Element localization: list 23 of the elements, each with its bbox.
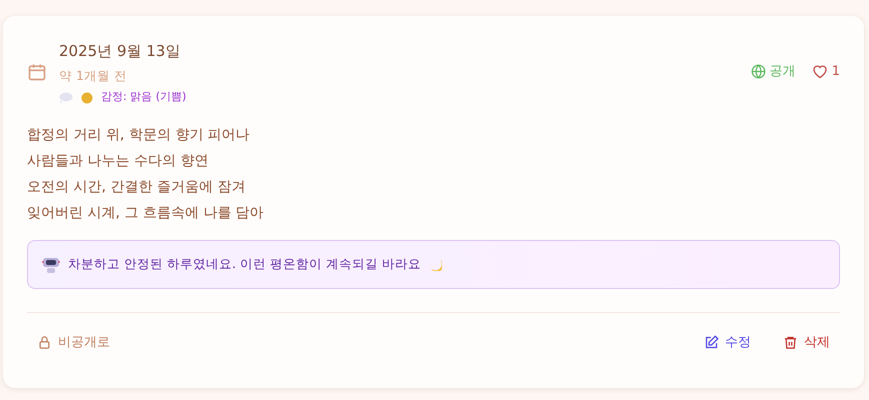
relative-time: 약 1개월 전 bbox=[59, 66, 128, 84]
heart-icon[interactable] bbox=[812, 64, 828, 80]
crescent-moon-icon bbox=[428, 258, 442, 271]
visibility-label: 공개 bbox=[770, 63, 796, 81]
poem-line: 오전의 시간, 간결한 즐거움에 잠겨 bbox=[27, 178, 246, 197]
lock-icon bbox=[37, 334, 52, 350]
thought-bubble-icon bbox=[59, 92, 73, 103]
like-count: 1 bbox=[832, 63, 840, 81]
poem-line: 합정의 거리 위, 학문의 향기 피어나 bbox=[27, 126, 251, 145]
poem-line: 잊어버린 시계, 그 흐름속에 나를 담아 bbox=[27, 204, 265, 223]
emotion-label: 감정: 맑음 (기쁨) bbox=[101, 89, 186, 106]
robot-icon bbox=[42, 255, 60, 274]
edit-icon bbox=[704, 334, 719, 350]
poem-line: 사람들과 나누는 수다의 향연 bbox=[27, 152, 210, 171]
globe-icon bbox=[750, 64, 766, 80]
calendar-icon bbox=[27, 62, 47, 82]
entry-date: 2025년 9월 13일 bbox=[59, 41, 182, 62]
trash-icon bbox=[783, 334, 798, 350]
sun-icon bbox=[81, 92, 93, 104]
make-private-button[interactable]: 비공개로 bbox=[27, 328, 120, 356]
delete-button[interactable]: 삭제 bbox=[773, 328, 840, 356]
edit-button[interactable]: 수정 bbox=[694, 328, 761, 356]
ai-comment: 차분하고 안정된 하루였네요. 이런 평온함이 계속되길 바라요 bbox=[68, 254, 421, 273]
